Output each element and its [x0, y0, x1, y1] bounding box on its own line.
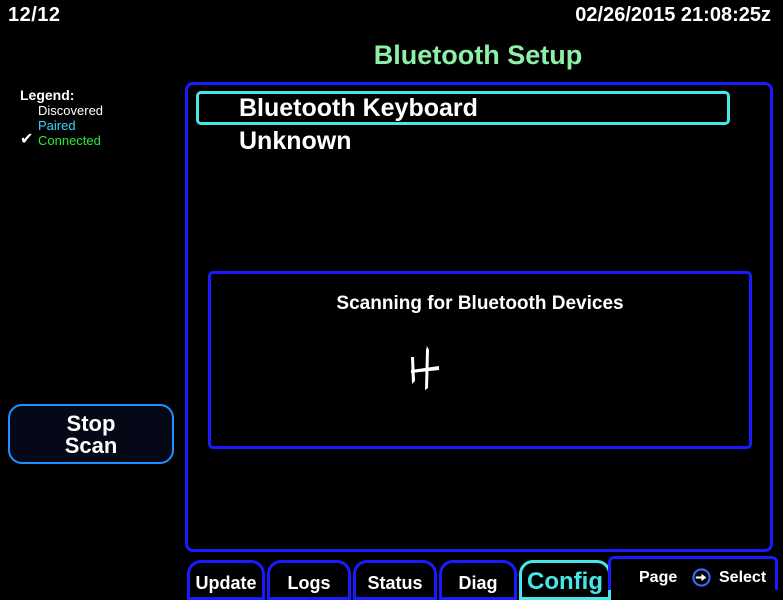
stop-scan-label-line1: Stop — [66, 411, 116, 436]
device-name: Bluetooth Keyboard — [239, 94, 478, 122]
tab-status[interactable]: Status — [353, 560, 437, 600]
scan-message: Scanning for Bluetooth Devices — [336, 293, 624, 314]
legend-title: Legend: — [20, 87, 75, 103]
stop-scan-label-line2: Scan — [64, 433, 118, 458]
tab-label: Status — [367, 573, 423, 593]
stop-scan-button[interactable]: Stop Scan — [8, 404, 174, 464]
tab-update[interactable]: Update — [187, 560, 265, 600]
legend-discovered: Discovered — [38, 103, 104, 118]
tab-config[interactable]: Config — [519, 560, 611, 600]
device-name: Unknown — [239, 127, 352, 155]
tab-label: Config — [527, 568, 603, 595]
legend: Legend: Discovered Paired ✔ Connected — [20, 87, 160, 149]
page-label: Page — [639, 569, 678, 586]
scan-dialog: Scanning for Bluetooth Devices — [208, 271, 752, 449]
tab-logs[interactable]: Logs — [267, 560, 351, 600]
legend-connected-row: ✔ Connected — [20, 132, 160, 149]
checkmark-icon: ✔ — [20, 131, 34, 148]
legend-paired: Paired — [38, 118, 76, 133]
device-list: Bluetooth Keyboard Unknown — [196, 91, 734, 159]
tab-label: Logs — [287, 573, 331, 593]
page-indicator: 12/12 — [8, 4, 61, 26]
select-label: Select — [719, 569, 767, 586]
tab-label: Update — [195, 573, 257, 593]
device-panel: Bluetooth Keyboard Unknown Scanning for … — [185, 82, 773, 552]
device-item-bluetooth-keyboard[interactable]: Bluetooth Keyboard — [196, 91, 730, 125]
page-title: Bluetooth Setup — [373, 40, 583, 70]
airplane-icon — [411, 346, 439, 390]
legend-connected: Connected — [38, 133, 101, 148]
page-select-hint: Page Select — [608, 556, 778, 590]
device-item-unknown[interactable]: Unknown — [196, 125, 734, 159]
datetime: 02/26/2015 21:08:25z — [575, 4, 771, 26]
knob-select-icon — [692, 568, 711, 587]
tab-diag[interactable]: Diag — [439, 560, 517, 600]
tab-label: Diag — [458, 573, 498, 593]
